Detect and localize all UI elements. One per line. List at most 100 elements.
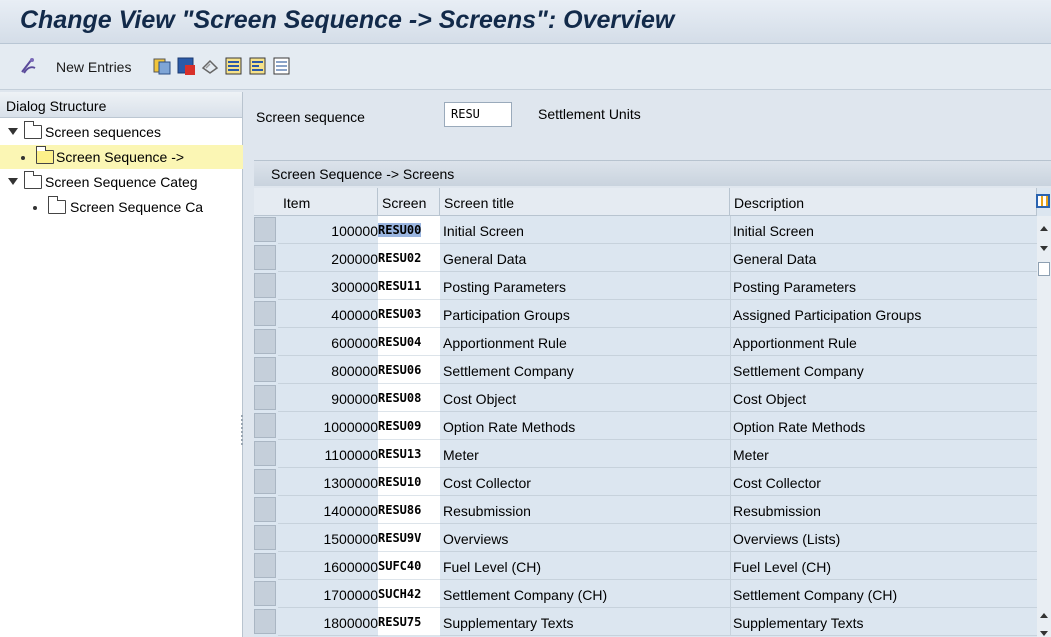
row-selector[interactable] (254, 301, 276, 326)
row-selector[interactable] (254, 581, 276, 606)
row-selector[interactable] (254, 245, 276, 270)
cell-item: 200000 (278, 244, 378, 272)
undo-icon[interactable] (200, 56, 220, 76)
table-row[interactable]: 1700000 SUCH42 Settlement Company (CH) Sett… (254, 580, 1037, 608)
table-row[interactable]: 900000 RESU08 Cost Object Cost Object (254, 384, 1037, 412)
cell-screen[interactable]: RESU00 (378, 216, 440, 244)
table-row[interactable]: 200000 RESU02 General Data General Data (254, 244, 1037, 272)
row-selector[interactable] (254, 273, 276, 298)
cell-screen[interactable]: SUCH42 (378, 580, 440, 608)
table-row[interactable]: 100000 RESU00 Initial Screen Initial Screen (254, 216, 1037, 244)
cell-description: Option Rate Methods (730, 412, 1037, 440)
table-row[interactable]: 1300000 RESU10 Cost Collector Cost Collecto… (254, 468, 1037, 496)
cell-screen-title: Resubmission (440, 496, 730, 524)
cell-screen[interactable]: RESU75 (378, 608, 440, 636)
dialog-structure-header: Dialog Structure (0, 92, 242, 118)
screen-sequence-label: Screen sequence (256, 109, 365, 125)
cell-screen[interactable]: RESU08 (378, 384, 440, 412)
table-settings-icon[interactable] (1036, 194, 1050, 208)
cell-screen[interactable]: RESU04 (378, 328, 440, 356)
row-selector[interactable] (254, 357, 276, 382)
cell-item: 1500000 (278, 524, 378, 552)
table-row[interactable]: 600000 RESU04 Apportionment Rule Apportionm… (254, 328, 1037, 356)
cell-screen[interactable]: RESU9V (378, 524, 440, 552)
table-row[interactable]: 1100000 RESU13 Meter Meter (254, 440, 1037, 468)
row-selector[interactable] (254, 217, 276, 242)
row-selector[interactable] (254, 553, 276, 578)
row-selector[interactable] (254, 329, 276, 354)
cell-item: 300000 (278, 272, 378, 300)
cell-description: Fuel Level (CH) (730, 552, 1037, 580)
cell-screen[interactable]: SUFC40 (378, 552, 440, 580)
deselect-all-icon[interactable] (272, 56, 292, 76)
cell-screen[interactable]: RESU02 (378, 244, 440, 272)
tree-item-screen-sequence-screens[interactable]: Screen Sequence -> (0, 145, 243, 169)
cell-screen-title: Settlement Company (CH) (440, 580, 730, 608)
scroll-up-icon[interactable] (1040, 226, 1048, 231)
cell-item: 1100000 (278, 440, 378, 468)
cell-screen-title: Apportionment Rule (440, 328, 730, 356)
tree-item-screen-sequences[interactable]: Screen sequences (0, 120, 243, 144)
row-selector[interactable] (254, 469, 276, 494)
scroll-down-icon[interactable] (1040, 246, 1048, 251)
row-selector[interactable] (254, 497, 276, 522)
select-all-icon[interactable] (224, 56, 244, 76)
cell-description: Assigned Participation Groups (730, 300, 1037, 328)
tree-item-screen-sequence-categ[interactable]: Screen Sequence Categ (0, 170, 243, 194)
open-folder-icon (35, 146, 54, 164)
folder-icon (23, 121, 42, 139)
tree-item-screen-sequence-ca[interactable]: Screen Sequence Ca (0, 195, 243, 219)
cell-description: Posting Parameters (730, 272, 1037, 300)
table-row[interactable]: 300000 RESU11 Posting Parameters Posting Pa… (254, 272, 1037, 300)
select-block-icon[interactable] (248, 56, 268, 76)
screen-sequence-field[interactable]: RESU (444, 102, 512, 127)
cell-screen-title: Initial Screen (440, 216, 730, 244)
cell-description: Apportionment Rule (730, 328, 1037, 356)
table-row[interactable]: 400000 RESU03 Participation Groups Assigned… (254, 300, 1037, 328)
row-selector[interactable] (254, 413, 276, 438)
cell-screen[interactable]: RESU10 (378, 468, 440, 496)
vertical-scrollbar[interactable] (1037, 216, 1051, 637)
row-selector[interactable] (254, 609, 276, 634)
cell-screen[interactable]: RESU13 (378, 440, 440, 468)
expand-triangle-icon[interactable] (8, 178, 18, 185)
column-header-item[interactable]: Item (278, 188, 378, 216)
cell-screen[interactable]: RESU09 (378, 412, 440, 440)
column-header-screen-title[interactable]: Screen title (440, 188, 730, 216)
cell-screen-title: Option Rate Methods (440, 412, 730, 440)
table-row[interactable]: 1500000 RESU9V Overviews Overviews (Lists) (254, 524, 1037, 552)
row-selector[interactable] (254, 385, 276, 410)
splitter-grip-icon[interactable] (241, 415, 243, 445)
scrollbar-thumb[interactable] (1038, 262, 1050, 276)
column-header-screen[interactable]: Screen (378, 188, 440, 216)
copy-icon[interactable] (152, 56, 172, 76)
scroll-page-up-icon[interactable] (1040, 613, 1048, 618)
cell-screen-value: RESU9V (378, 531, 422, 545)
cell-screen[interactable]: RESU86 (378, 496, 440, 524)
bullet-icon (33, 206, 37, 210)
row-selector[interactable] (254, 525, 276, 550)
tree-item-label: Screen Sequence Ca (70, 199, 204, 215)
table-row[interactable]: 1400000 RESU86 Resubmission Resubmission (254, 496, 1037, 524)
cell-item: 1300000 (278, 468, 378, 496)
table-row[interactable]: 1600000 SUFC40 Fuel Level (CH) Fuel Level (… (254, 552, 1037, 580)
delete-icon[interactable] (176, 56, 196, 76)
cell-screen-value: RESU00 (378, 223, 422, 237)
scroll-page-down-icon[interactable] (1040, 631, 1048, 636)
table-row[interactable]: 800000 RESU06 Settlement Company Settlement… (254, 356, 1037, 384)
tree-item-label: Screen Sequence -> (56, 149, 185, 165)
cell-item: 1700000 (278, 580, 378, 608)
column-header-description[interactable]: Description (730, 188, 1037, 216)
expand-triangle-icon[interactable] (8, 128, 18, 135)
new-entries-button[interactable]: New Entries (56, 59, 131, 75)
cell-screen-value: SUFC40 (378, 559, 422, 573)
table-row[interactable]: 1800000 RESU75 Supplementary Texts Suppleme… (254, 608, 1037, 636)
table-row[interactable]: 1000000 RESU09 Option Rate Methods Option R… (254, 412, 1037, 440)
cell-screen[interactable]: RESU11 (378, 272, 440, 300)
cell-item: 1800000 (278, 608, 378, 636)
cell-screen[interactable]: RESU06 (378, 356, 440, 384)
cell-screen[interactable]: RESU03 (378, 300, 440, 328)
row-selector[interactable] (254, 441, 276, 466)
display-change-icon[interactable] (18, 56, 38, 76)
bullet-icon (21, 156, 25, 160)
